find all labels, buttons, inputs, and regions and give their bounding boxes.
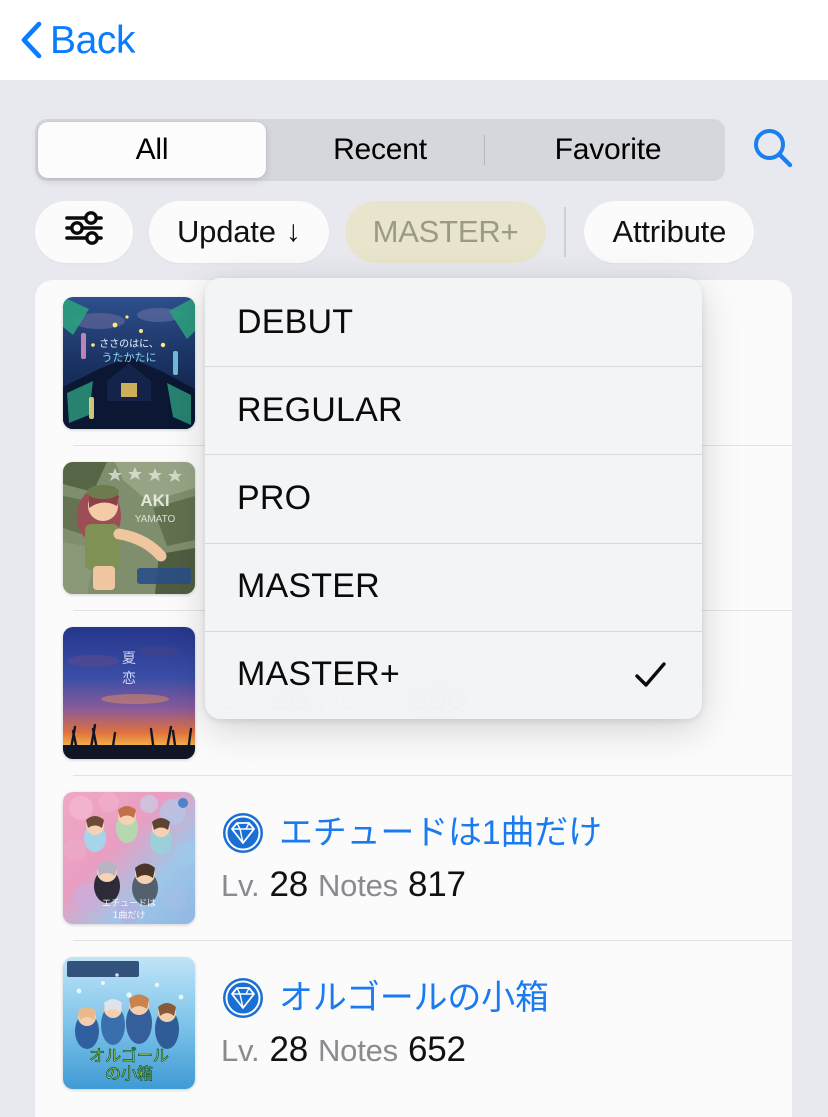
dropdown-item-label: DEBUT (237, 302, 354, 341)
notes-label: Notes (317, 867, 398, 903)
level-value: 28 (269, 1029, 308, 1069)
album-art-thumbnail: オルゴール の小箱 (63, 956, 195, 1089)
navigation-bar: Back (0, 0, 828, 80)
song-stats: Lv. 28 Notes 652 (221, 1030, 549, 1070)
song-meta: エチュードは1曲だけ Lv. 28 Notes 817 (221, 811, 602, 905)
filter-chip-row: Update ↓ MASTER+ Attribute (0, 198, 828, 266)
search-button[interactable] (747, 124, 799, 176)
tab-all[interactable]: All (38, 122, 266, 178)
svg-text:オルゴール: オルゴール (89, 1046, 169, 1065)
svg-text:恋: 恋 (122, 670, 136, 687)
checkmark-icon (630, 655, 670, 695)
notes-value: 652 (407, 1029, 466, 1069)
diamond-badge-icon (221, 976, 265, 1020)
tab-recent-label: Recent (333, 133, 427, 166)
svg-text:YAMATO: YAMATO (135, 514, 176, 525)
svg-text:1曲だけ: 1曲だけ (113, 910, 146, 921)
notes-label: Notes (317, 1032, 398, 1068)
segmented-control[interactable]: All Recent Favorite (35, 119, 725, 181)
svg-text:AKI: AKI (140, 491, 169, 510)
song-title: オルゴールの小箱 (279, 978, 549, 1017)
filter-settings-button[interactable] (35, 201, 133, 263)
song-meta: オルゴールの小箱 Lv. 28 Notes 652 (221, 976, 549, 1070)
back-button[interactable]: Back (20, 18, 136, 62)
tab-favorite[interactable]: Favorite (494, 122, 722, 178)
album-art-thumbnail: 夏 恋 (63, 626, 195, 759)
album-art-thumbnail: エチュードは 1曲だけ (63, 791, 195, 924)
attribute-filter-label: Attribute (612, 214, 727, 249)
search-icon (750, 125, 796, 176)
svg-text:ささのはに、: ささのはに、 (99, 338, 159, 350)
dropdown-item-regular[interactable]: REGULAR (205, 366, 702, 454)
sort-update-button[interactable]: Update ↓ (149, 201, 329, 263)
level-label: Lv. (221, 867, 260, 903)
attribute-filter-button[interactable]: Attribute (584, 201, 755, 263)
tab-favorite-label: Favorite (554, 133, 662, 166)
dropdown-item-label: PRO (237, 478, 312, 517)
tab-recent[interactable]: Recent (266, 122, 494, 178)
song-stats: Lv. 28 Notes 817 (221, 865, 602, 905)
dropdown-item-label: REGULAR (237, 390, 403, 429)
notes-value: 817 (407, 864, 466, 904)
album-art-thumbnail: ささのはに、 うたかたに (63, 296, 195, 429)
sort-update-label: Update (177, 214, 276, 249)
difficulty-dropdown-menu[interactable]: DEBUT REGULAR PRO MASTER MASTER+ (205, 278, 702, 719)
back-label: Back (50, 18, 136, 62)
diamond-badge-icon (221, 811, 265, 855)
dropdown-item-pro[interactable]: PRO (205, 454, 702, 542)
song-title: エチュードは1曲だけ (279, 813, 602, 852)
song-row[interactable]: エチュードは 1曲だけ エチュードは1曲だけ Lv. 28 Notes 817 (35, 775, 792, 940)
dropdown-item-master[interactable]: MASTER (205, 542, 702, 631)
svg-text:エチュードは: エチュードは (102, 898, 156, 909)
song-title-line: エチュードは1曲だけ (221, 811, 602, 855)
difficulty-filter-button[interactable]: MASTER+ (344, 201, 547, 263)
segmented-control-row: All Recent Favorite (0, 115, 828, 185)
difficulty-filter-label: MASTER+ (372, 214, 519, 249)
svg-text:うたかたに: うたかたに (102, 351, 157, 364)
song-row[interactable]: オルゴール の小箱 オルゴールの小箱 Lv. 28 Notes 652 (35, 940, 792, 1105)
chip-divider (564, 207, 567, 257)
segment-divider (484, 135, 485, 165)
dropdown-item-master-plus[interactable]: MASTER+ (205, 630, 702, 719)
svg-text:夏: 夏 (122, 651, 136, 667)
song-title-line: オルゴールの小箱 (221, 976, 549, 1020)
dropdown-item-label: MASTER+ (237, 655, 400, 694)
level-label: Lv. (221, 1032, 260, 1068)
dropdown-item-debut[interactable]: DEBUT (205, 278, 702, 366)
dropdown-item-label: MASTER (237, 567, 380, 606)
sort-direction-arrow-icon: ↓ (285, 215, 301, 248)
level-value: 28 (269, 864, 308, 904)
sliders-icon (62, 208, 106, 256)
song-list-screen: Back All Recent Favorite Update ↓ MASTER… (0, 0, 828, 1117)
chevron-left-icon (20, 21, 42, 59)
album-art-thumbnail: AKI YAMATO (63, 461, 195, 594)
svg-text:の小箱: の小箱 (105, 1064, 153, 1083)
tab-all-label: All (135, 133, 169, 166)
